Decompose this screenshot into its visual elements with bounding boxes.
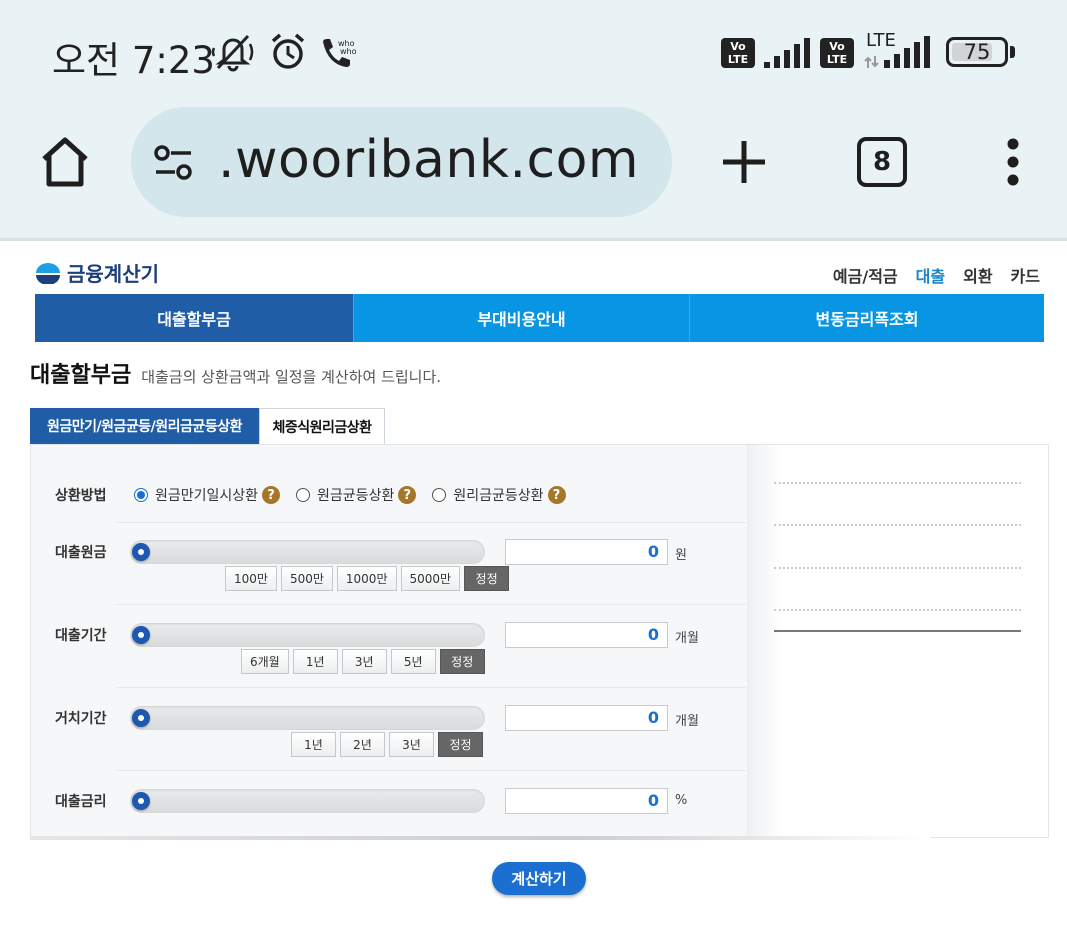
radio-equal-installment[interactable] (432, 488, 447, 502)
term-unit: 개월 (675, 631, 699, 646)
help-icon[interactable]: ? (547, 486, 566, 504)
whowho-call-icon: who who (323, 39, 357, 67)
radio-bullet-repayment[interactable] (134, 488, 148, 502)
quick-button[interactable]: 3년 (389, 732, 434, 757)
quick-button[interactable]: 100만 (225, 566, 277, 591)
panel-bottom-shadow (30, 836, 930, 840)
battery-tip (1010, 46, 1015, 58)
new-tab-icon[interactable] (720, 138, 768, 186)
slider-knob[interactable] (132, 792, 150, 810)
svg-text:who: who (340, 47, 357, 56)
calculate-button[interactable]: 계산하기 (492, 862, 586, 895)
woori-logo-icon (36, 262, 60, 284)
logo[interactable]: 금융계산기 (35, 258, 159, 287)
home-icon[interactable] (38, 135, 92, 189)
result-line (774, 524, 1021, 526)
top-nav: 예금/적금 대출 외환 카드 (833, 263, 1040, 287)
term-slider[interactable] (130, 623, 485, 647)
radio-label[interactable]: 원리금균등상환 (453, 485, 543, 505)
mute-icon (211, 34, 254, 72)
repayment-options: 원금만기일시상환 ? 원금균등상환 ? 원리금균등상환 ? (134, 485, 582, 505)
rate-unit: % (675, 793, 688, 808)
radio-equal-principal[interactable] (296, 488, 311, 502)
tab-count: 8 (872, 147, 892, 177)
row-separator (116, 522, 746, 523)
rate-slider[interactable] (130, 789, 485, 813)
page-heading: 대출할부금 대출금의 상환금액과 일정을 계산하여 드립니다. (30, 357, 441, 389)
chrome-divider (0, 238, 1067, 241)
rate-input[interactable]: 0 (505, 788, 668, 814)
tab-variable-rate[interactable]: 변동금리폭조회 (689, 294, 1044, 342)
status-time: 오전 7:23 (52, 39, 215, 82)
quick-button[interactable]: 5년 (390, 649, 436, 674)
quick-button[interactable]: 500만 (280, 566, 333, 591)
result-line (774, 482, 1021, 484)
row-separator (116, 770, 746, 771)
quick-button[interactable]: 6개월 (241, 649, 289, 674)
term-label: 대출기간 (55, 628, 107, 644)
radio-label[interactable]: 원금만기일시상환 (155, 485, 258, 505)
grace-input[interactable]: 0 (505, 705, 668, 731)
term-input[interactable]: 0 (505, 622, 668, 648)
tab-loan-installment[interactable]: 대출할부금 (35, 294, 353, 342)
topnav-deposit[interactable]: 예금/적금 (833, 263, 898, 287)
alarm-icon (271, 33, 305, 69)
reset-button[interactable]: 정정 (439, 649, 485, 674)
row-separator (116, 687, 746, 688)
result-line (774, 609, 1021, 611)
quick-button[interactable]: 3년 (341, 649, 387, 674)
principal-input[interactable]: 0 (505, 539, 668, 565)
reset-button[interactable]: 정정 (464, 566, 510, 591)
main-tabs: 대출할부금 부대비용안내 변동금리폭조회 (35, 294, 1044, 342)
result-line (774, 567, 1021, 569)
panel-shadow (747, 445, 781, 837)
quick-button[interactable]: 1000만 (336, 566, 397, 591)
tab-incidental-costs[interactable]: 부대비용안내 (353, 294, 689, 342)
quick-button[interactable]: 2년 (340, 732, 385, 757)
grace-unit: 개월 (675, 714, 699, 729)
reset-button[interactable]: 정정 (438, 732, 483, 757)
grace-slider[interactable] (130, 706, 485, 730)
help-icon[interactable]: ? (262, 486, 281, 504)
page-title: 대출할부금 (30, 363, 132, 388)
logo-text: 금융계산기 (67, 262, 159, 286)
help-icon[interactable]: ? (398, 486, 417, 504)
more-menu-icon[interactable] (1000, 136, 1026, 188)
result-total-line (774, 630, 1021, 632)
quick-button[interactable]: 1년 (291, 732, 336, 757)
grace-quick-buttons: 1년 2년 3년 정정 (291, 732, 483, 757)
tabs-icon[interactable]: 8 (857, 137, 907, 187)
principal-slider[interactable] (130, 540, 485, 564)
quick-button[interactable]: 5000만 (400, 566, 461, 591)
volte-icon: Vo LTE (721, 38, 755, 68)
battery-icon: 75 (946, 37, 1008, 67)
repayment-label: 상환방법 (55, 488, 107, 504)
principal-quick-buttons: 100만 500만 1000만 5000만 정정 (225, 566, 510, 591)
volte-icon: Vo LTE (820, 38, 854, 68)
topnav-loan[interactable]: 대출 (916, 263, 945, 287)
grace-label: 거치기간 (55, 711, 107, 727)
slider-knob[interactable] (132, 709, 150, 727)
lte-signal-icon (864, 36, 930, 68)
subtab-graduated[interactable]: 체증식원리금상환 (259, 408, 385, 445)
rate-label: 대출금리 (55, 794, 107, 810)
slider-knob[interactable] (132, 626, 150, 644)
slider-knob[interactable] (132, 543, 150, 561)
principal-unit: 원 (675, 548, 687, 563)
site-settings-icon[interactable] (153, 143, 197, 183)
subtab-standard[interactable]: 원금만기/원금균등/원리금균등상환 (30, 408, 259, 444)
signal-icon (764, 38, 810, 68)
calculator-panel: 상환방법 원금만기일시상환 ? 원금균등상환 ? 원리금균등상환 ? 대출원금 … (30, 444, 1049, 838)
topnav-fx[interactable]: 외환 (963, 263, 992, 287)
topnav-card[interactable]: 카드 (1011, 263, 1040, 287)
quick-button[interactable]: 1년 (292, 649, 338, 674)
battery-level: 75 (963, 40, 991, 64)
row-separator (116, 604, 746, 605)
term-quick-buttons: 6개월 1년 3년 5년 정정 (241, 649, 485, 674)
radio-label[interactable]: 원금균등상환 (317, 485, 394, 505)
principal-label: 대출원금 (55, 545, 107, 561)
url-text[interactable]: .wooribank.com (218, 130, 639, 190)
page-description: 대출금의 상환금액과 일정을 계산하여 드립니다. (141, 368, 442, 386)
